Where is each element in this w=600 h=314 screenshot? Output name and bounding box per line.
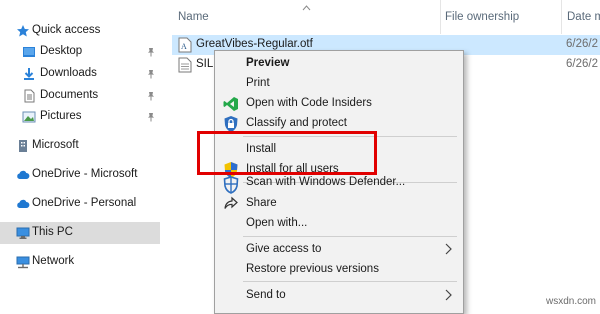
share-icon	[222, 195, 240, 213]
text-file-icon	[178, 57, 192, 73]
svg-text:A: A	[181, 42, 187, 51]
menu-item-give-access-to[interactable]: Give access to	[215, 240, 463, 260]
nav-onedrive-microsoft[interactable]: OneDrive - Microsoft	[0, 164, 160, 186]
column-header-row: Name File ownership Date m	[160, 0, 600, 34]
nav-label: Pictures	[40, 110, 82, 122]
column-header-file-ownership[interactable]: File ownership	[445, 11, 519, 23]
menu-item-label: Give access to	[246, 243, 322, 255]
chevron-right-icon	[443, 288, 453, 302]
nav-microsoft[interactable]: Microsoft	[0, 135, 160, 157]
menu-item-install[interactable]: Install	[215, 140, 463, 160]
menu-item-preview[interactable]: Preview	[215, 54, 463, 74]
nav-label: Microsoft	[32, 139, 79, 151]
pictures-folder-icon	[22, 110, 36, 124]
menu-item-label: Install	[246, 143, 277, 155]
menu-item-label: Classify and protect	[246, 117, 347, 129]
menu-item-label: Open with...	[246, 217, 308, 229]
documents-folder-icon	[22, 89, 36, 103]
menu-item-label: Preview	[246, 57, 290, 69]
column-header-name[interactable]: Name	[178, 11, 209, 23]
nav-label: OneDrive - Personal	[32, 197, 137, 209]
computer-icon	[16, 226, 30, 240]
code-insiders-icon	[222, 95, 240, 113]
downloads-folder-icon	[22, 67, 36, 81]
menu-item-label: Scan with Windows Defender...	[246, 176, 406, 188]
file-name: SIL	[196, 58, 214, 70]
menu-item-label: Restore previous versions	[246, 263, 379, 275]
menu-item-label: Open with Code Insiders	[246, 97, 372, 109]
font-file-icon: A	[178, 37, 192, 53]
menu-item-share[interactable]: Share	[215, 194, 463, 214]
desktop-folder-icon	[22, 45, 36, 59]
nav-documents[interactable]: Documents	[0, 85, 160, 107]
nav-label: Network	[32, 255, 75, 267]
nav-label: Desktop	[40, 45, 83, 57]
menu-item-send-to[interactable]: Send to	[215, 286, 463, 306]
nav-onedrive-personal[interactable]: OneDrive - Personal	[0, 193, 160, 215]
nav-label: Documents	[40, 89, 99, 101]
menu-item-label: Print	[246, 77, 270, 89]
column-header-date-modified[interactable]: Date m	[567, 11, 600, 23]
sort-ascending-icon	[302, 2, 311, 14]
nav-label: OneDrive - Microsoft	[32, 168, 138, 180]
menu-item-open-with[interactable]: Open with...	[215, 214, 463, 234]
pin-icon[interactable]	[146, 69, 156, 79]
pin-icon[interactable]	[146, 91, 156, 101]
menu-separator	[243, 136, 457, 137]
nav-quick-access[interactable]: Quick access	[0, 20, 160, 42]
menu-item-label: Share	[246, 197, 277, 209]
menu-item-label: Send to	[246, 289, 286, 301]
menu-item-open-with-code-insiders[interactable]: Open with Code Insiders	[215, 94, 463, 114]
menu-separator	[243, 281, 457, 282]
network-icon	[16, 255, 30, 269]
pin-icon[interactable]	[146, 47, 156, 57]
chevron-right-icon	[443, 242, 453, 256]
column-divider[interactable]	[440, 0, 441, 34]
column-divider[interactable]	[561, 0, 562, 34]
nav-this-pc[interactable]: This PC	[0, 222, 160, 244]
file-date: 6/26/2	[566, 38, 598, 50]
star-icon	[16, 24, 30, 38]
building-icon	[16, 139, 30, 153]
nav-label: Downloads	[40, 67, 97, 79]
context-menu: Preview Print Open with Code Insiders Cl…	[214, 50, 464, 314]
watermark: wsxdn.com	[546, 296, 597, 307]
cloud-icon	[16, 197, 30, 211]
nav-network[interactable]: Network	[0, 251, 160, 273]
menu-separator	[243, 236, 457, 237]
menu-item-restore-previous-versions[interactable]: Restore previous versions	[215, 260, 463, 280]
nav-pictures[interactable]: Pictures	[0, 106, 160, 128]
file-date: 6/26/2	[566, 58, 598, 70]
navigation-pane: Quick access Desktop Downloads Documents	[0, 0, 160, 310]
lock-shield-icon	[222, 115, 240, 133]
pin-icon[interactable]	[146, 112, 156, 122]
nav-desktop[interactable]: Desktop	[0, 41, 160, 63]
file-name: GreatVibes-Regular.otf	[196, 38, 313, 50]
nav-label: Quick access	[32, 24, 101, 36]
cloud-icon	[16, 168, 30, 182]
menu-item-scan-with-windows-defender[interactable]: Scan with Windows Defender...	[215, 173, 463, 194]
nav-label: This PC	[32, 226, 73, 238]
menu-item-classify-and-protect[interactable]: Classify and protect	[215, 114, 463, 134]
menu-item-print[interactable]: Print	[215, 74, 463, 94]
defender-icon	[222, 176, 240, 194]
nav-downloads[interactable]: Downloads	[0, 63, 160, 85]
